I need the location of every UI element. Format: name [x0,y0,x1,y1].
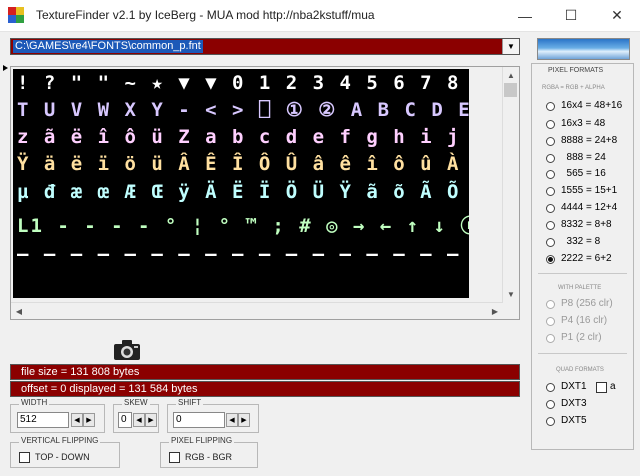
with-palette-title: WITH PALETTE [558,285,602,291]
vertical-flipping-group: VERTICAL FLIPPING TOP - DOWN [10,436,120,468]
format-radio[interactable] [546,187,555,196]
width-increase-button[interactable]: ▶ [83,413,95,427]
logo-button[interactable] [537,38,630,60]
arrow-right-icon: ▶ [148,417,154,424]
rgb-bgr-label: RGB - BGR [185,452,233,462]
vertical-scrollbar[interactable]: ▲ ▼ [502,67,519,318]
minimize-button[interactable]: — [502,0,548,31]
format-radio[interactable] [546,137,555,146]
quad-radio[interactable] [546,383,555,392]
width-label: WIDTH [19,398,50,407]
title-bar: TextureFinder v2.1 by IceBerg - MUA mod … [0,0,640,32]
scroll-down-icon[interactable]: ▼ [503,286,519,302]
camera-icon[interactable] [113,338,141,362]
divider [538,353,627,354]
pixel-formats-panel: PIXEL FORMATS RGBA = RGB + ALPHA 16x4 = … [531,63,634,450]
skew-input[interactable]: 0 [118,412,132,428]
quad-radio[interactable] [546,417,555,426]
glyph-row-6: L1 - - - - ° ¦ ° ™ ; # ◎ → ← ↑ ↓ ⓡ ⊗ ◻ △… [17,215,469,237]
width-decrease-button[interactable]: ◀ [71,413,83,427]
format-radio[interactable] [546,221,555,230]
format-radio[interactable] [546,120,555,129]
shift-label: SHIFT [176,398,204,407]
vertical-flipping-label: VERTICAL FLIPPING [19,436,101,445]
glyph-row-5: µ đ æ œ Æ Œ ÿ Ä Ë Ï Ö Ü Ÿ ã õ Ã Õ ñ Ñ å … [17,181,469,203]
scroll-right-icon[interactable]: ▶ [487,303,503,319]
file-path-combobox[interactable]: C:\GAMES\re4\FONTS\common_p.fnt ▼ [10,38,520,55]
palette-radio[interactable] [546,300,555,309]
shift-decrease-button[interactable]: ◀ [226,413,238,427]
texture-preview-frame: ! ? " " ~ ★ ▼ ▼ 0 1 2 3 4 5 6 7 8 9 : % … [10,66,520,320]
skew-decrease-button[interactable]: ◀ [133,413,145,427]
glyph-row-2: T U V W X Y - < > ⎕ ① ② A B C D E F G H … [17,99,469,121]
scroll-left-icon[interactable]: ◀ [11,303,27,319]
format-radio[interactable] [546,170,555,179]
format-radio[interactable] [546,102,555,111]
palette-radio[interactable] [546,334,555,343]
rgb-bgr-checkbox[interactable] [169,452,180,463]
format-radio[interactable] [546,204,555,213]
shift-increase-button[interactable]: ▶ [238,413,250,427]
combo-dropdown-button[interactable]: ▼ [502,39,519,54]
horizontal-scrollbar[interactable]: ◀ ▶ [11,302,503,319]
skew-increase-button[interactable]: ▶ [145,413,157,427]
glyph-row-3: z ã ë î ô ü Z a b c d e f g h i j k l m … [17,126,469,148]
arrow-left-icon: ◀ [136,417,142,424]
arrow-right-icon: ▶ [86,417,92,424]
skew-group: SKEW 0 ◀ ▶ [113,398,159,433]
offset-bar: offset = 0 displayed = 131 584 bytes [10,381,520,397]
glyph-row-4: Ÿ ä ë ï ö ü Â Ê Î Ô Û â ê î ô û À È Ì Ò … [17,153,469,175]
format-radio[interactable] [546,238,555,247]
top-down-label: TOP - DOWN [35,452,90,462]
app-icon [8,7,24,23]
pixel-formats-title: PIXEL FORMATS [548,67,604,74]
vertical-scroll-thumb[interactable] [504,83,517,97]
format-radio-selected[interactable] [546,255,555,264]
texture-canvas[interactable]: ! ? " " ~ ★ ▼ ▼ 0 1 2 3 4 5 6 7 8 9 : % … [13,69,469,298]
glyph-row-7: — — — — — — — — — — — — — — — — — — — — … [17,243,469,265]
dxt1-alpha-checkbox[interactable] [596,382,607,393]
chevron-down-icon: ▼ [507,42,515,51]
row-marker-icon [3,65,8,71]
quad-radio[interactable] [546,400,555,409]
width-input[interactable]: 512 [17,412,69,428]
skew-label: SKEW [122,398,150,407]
quad-formats-title: QUAD FORMATS [556,367,604,373]
shift-group: SHIFT 0 ◀ ▶ [167,398,259,433]
scroll-up-icon[interactable]: ▲ [503,67,519,83]
maximize-button[interactable]: ☐ [548,0,594,31]
arrow-left-icon: ◀ [74,417,80,424]
glyph-row-1: ! ? " " ~ ★ ▼ ▼ 0 1 2 3 4 5 6 7 8 9 : % … [17,72,469,94]
window-title: TextureFinder v2.1 by IceBerg - MUA mod … [36,8,375,22]
dxt1-alpha-label: a [610,381,616,392]
top-down-checkbox[interactable] [19,452,30,463]
file-path-text: C:\GAMES\re4\FONTS\common_p.fnt [13,40,203,53]
rgba-subtitle: RGBA = RGB + ALPHA [542,85,605,91]
pixel-flipping-group: PIXEL FLIPPING RGB - BGR [160,436,258,468]
width-group: WIDTH 512 ◀ ▶ [10,398,105,433]
palette-radio[interactable] [546,317,555,326]
close-button[interactable]: ✕ [594,0,640,31]
pixel-flipping-label: PIXEL FLIPPING [169,436,235,445]
arrow-left-icon: ◀ [229,417,235,424]
divider [538,273,627,274]
format-radio[interactable] [546,154,555,163]
file-size-bar: file size = 131 808 bytes [10,364,520,380]
arrow-right-icon: ▶ [241,417,247,424]
shift-input[interactable]: 0 [173,412,225,428]
